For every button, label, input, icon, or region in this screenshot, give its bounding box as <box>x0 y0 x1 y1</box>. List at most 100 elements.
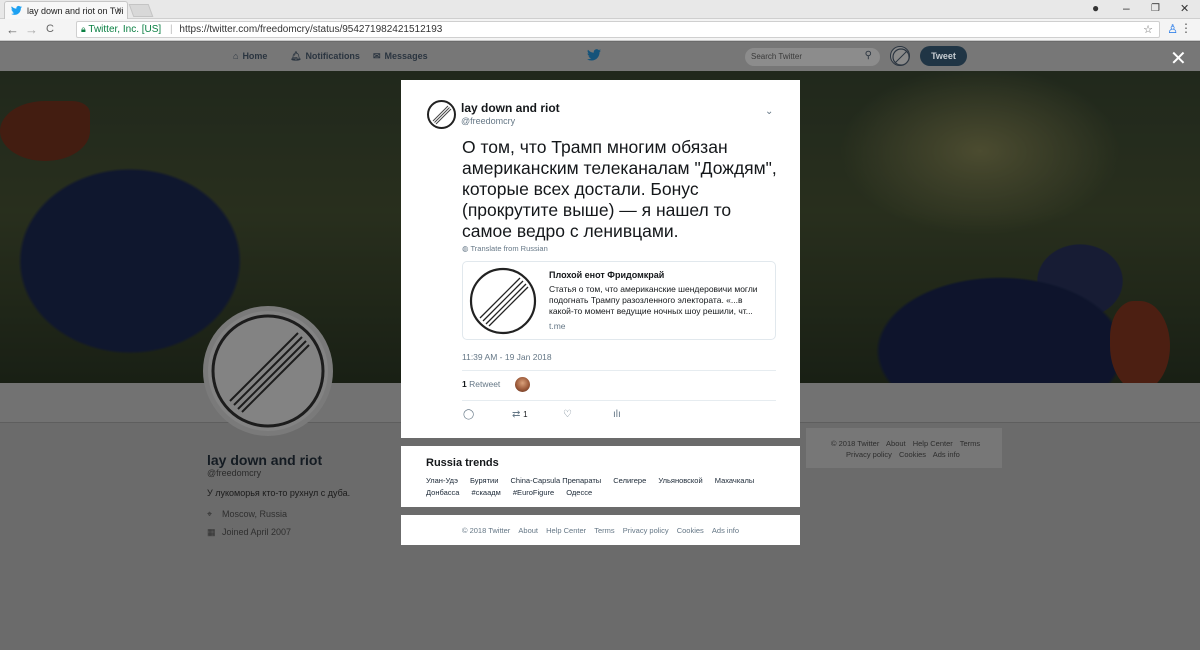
browser-menu-icon[interactable]: ⋮ <box>1180 21 1192 35</box>
footer-privacy[interactable]: Privacy policy <box>623 526 669 535</box>
tweet-button[interactable]: Tweet <box>920 46 967 66</box>
reply-icon[interactable]: ◯ <box>463 409 474 420</box>
tweet-modal: lay down and riot @freedomcry ⌄ О том, ч… <box>401 80 800 438</box>
profile-location: ⌖ Moscow, Russia <box>207 509 288 519</box>
trend-item[interactable]: #EuroFigure <box>513 488 554 497</box>
side-footer-cookies[interactable]: Cookies <box>899 450 926 459</box>
tab-close-icon[interactable]: × <box>116 5 122 16</box>
tab-title: lay down and riot on Twi <box>27 6 124 16</box>
retweet-stats[interactable]: 1 Retweet <box>462 379 500 389</box>
search-input[interactable]: Search Twitter ⚲ <box>745 48 880 66</box>
retweet-label: Retweet <box>469 379 501 389</box>
footer-terms[interactable]: Terms <box>594 526 614 535</box>
trend-item[interactable]: #скаадм <box>472 488 501 497</box>
account-icon[interactable]: ● <box>1092 1 1099 15</box>
profile-handle[interactable]: @freedomcry <box>207 468 261 478</box>
no-limit-sign-icon <box>211 314 325 428</box>
trend-item[interactable]: Бурятии <box>470 476 498 485</box>
bell-icon: 🔔︎ <box>290 51 302 61</box>
no-limit-sign-icon <box>469 267 537 335</box>
tweet-text: О том, что Трамп многим обязан американс… <box>462 137 777 241</box>
address-bar-row: ← → C 🔒︎ Twitter, Inc. [US] | https://tw… <box>0 19 1200 41</box>
footer-ads[interactable]: Ads info <box>712 526 739 535</box>
browser-tab[interactable]: lay down and riot on Twi × <box>4 1 128 19</box>
tweet-timestamp[interactable]: 11:39 AM - 19 Jan 2018 <box>462 352 552 362</box>
search-icon[interactable]: ⚲ <box>865 50 872 61</box>
url-text: https://twitter.com/freedomcry/status/95… <box>179 24 443 35</box>
trend-item[interactable]: Ульяновской <box>658 476 702 485</box>
maximize-button[interactable]: ❐ <box>1151 3 1160 14</box>
trend-item[interactable]: Одессе <box>566 488 592 497</box>
footer-help[interactable]: Help Center <box>546 526 586 535</box>
reload-button[interactable]: C <box>46 23 54 35</box>
card-domain: t.me <box>549 321 566 331</box>
card-description: Статья о том, что американские шендерови… <box>549 284 758 316</box>
link-card[interactable]: Плохой енот Фридомкрай Статья о том, что… <box>462 261 776 340</box>
side-footer-ads[interactable]: Ads info <box>933 450 960 459</box>
bookmark-star-icon[interactable]: ☆ <box>1143 23 1153 36</box>
trend-item[interactable]: Донбасса <box>426 488 459 497</box>
retweet-count: 1 <box>462 379 467 389</box>
side-footer-privacy[interactable]: Privacy policy <box>846 450 892 459</box>
footer-cookies[interactable]: Cookies <box>677 526 704 535</box>
trend-item[interactable]: Селигере <box>613 476 646 485</box>
certificate-label: Twitter, Inc. [US] <box>88 24 162 35</box>
side-footer-terms[interactable]: Terms <box>960 439 980 448</box>
card-image <box>468 266 538 336</box>
chevron-down-icon[interactable]: ⌄ <box>765 106 773 117</box>
tweet-avatar[interactable] <box>427 100 456 129</box>
url-field[interactable]: 🔒︎ Twitter, Inc. [US] | https://twitter.… <box>76 21 1160 38</box>
calendar-icon: ▦ <box>207 527 216 537</box>
home-icon: ⌂ <box>233 51 239 61</box>
close-modal-icon[interactable]: ✕ <box>1170 46 1187 71</box>
trends-panel: Russia trends Улан-Удэ Бурятии China-Cap… <box>401 446 800 507</box>
no-limit-sign-icon <box>430 103 453 126</box>
twitter-bird-icon <box>11 5 22 15</box>
retweet-action[interactable]: ⇄ 1 <box>512 409 528 420</box>
retweet-icon: ⇄ <box>512 409 521 420</box>
heart-icon[interactable]: ♡ <box>563 409 572 420</box>
divider <box>462 400 776 401</box>
forward-button[interactable]: → <box>25 22 38 37</box>
browser-tab-strip: lay down and riot on Twi × ● – ❐ ✕ <box>0 0 1200 19</box>
profile-avatar[interactable] <box>203 306 333 436</box>
retweeter-avatar[interactable] <box>515 377 530 392</box>
profile-joined: ▦ Joined April 2007 <box>207 527 292 537</box>
twitter-logo-icon[interactable] <box>587 49 601 61</box>
window-close-button[interactable]: ✕ <box>1180 2 1189 15</box>
new-tab-button[interactable] <box>128 4 154 17</box>
nav-messages[interactable]: ✉ Messages <box>373 51 428 62</box>
extension-icon[interactable]: ♙ <box>1167 22 1178 36</box>
nav-avatar[interactable] <box>890 46 910 66</box>
envelope-icon: ✉ <box>373 51 381 61</box>
trend-item[interactable]: Махачкалы <box>715 476 754 485</box>
retweet-action-count: 1 <box>523 410 528 419</box>
location-pin-icon: ⌖ <box>207 509 213 519</box>
search-placeholder: Search Twitter <box>751 52 802 61</box>
side-footer-copyright: © 2018 Twitter <box>831 439 880 448</box>
trends-row: Донбасса #скаадм #EuroFigure Одессе <box>426 488 602 497</box>
side-footer-about[interactable]: About <box>886 439 906 448</box>
trends-title: Russia trends <box>426 457 499 469</box>
trend-item[interactable]: Улан-Удэ <box>426 476 458 485</box>
nav-home[interactable]: ⌂ Home <box>233 51 267 61</box>
twitter-nav-bar: ⌂ Home 🔔︎ Notifications ✉ Messages Search T… <box>0 42 1200 71</box>
tweet-author-handle[interactable]: @freedomcry <box>461 116 515 126</box>
trend-item[interactable]: China-Capsula Препараты <box>511 476 602 485</box>
minimize-button[interactable]: – <box>1123 1 1130 15</box>
lock-icon: 🔒︎ <box>81 24 86 34</box>
tweet-author-name[interactable]: lay down and riot <box>461 101 560 115</box>
nav-notifications[interactable]: 🔔︎ Notifications <box>290 51 360 62</box>
translate-link[interactable]: ◍ Translate from Russian <box>462 244 548 253</box>
modal-footer: © 2018 Twitter About Help Center Terms P… <box>401 515 800 545</box>
back-button[interactable]: ← <box>6 22 19 37</box>
footer-about[interactable]: About <box>518 526 538 535</box>
card-title: Плохой енот Фридомкрай <box>549 270 665 280</box>
side-footer-help[interactable]: Help Center <box>913 439 953 448</box>
trends-row: Улан-Удэ Бурятии China-Capsula Препараты… <box>426 476 764 485</box>
analytics-icon[interactable]: ılı <box>613 409 621 420</box>
globe-icon: ◍ <box>462 244 471 253</box>
profile-name[interactable]: lay down and riot <box>207 452 322 468</box>
side-footer: © 2018 Twitter About Help Center Terms P… <box>806 428 1002 468</box>
profile-bio: У лукоморья кто-то рухнул с дуба. <box>207 488 351 498</box>
